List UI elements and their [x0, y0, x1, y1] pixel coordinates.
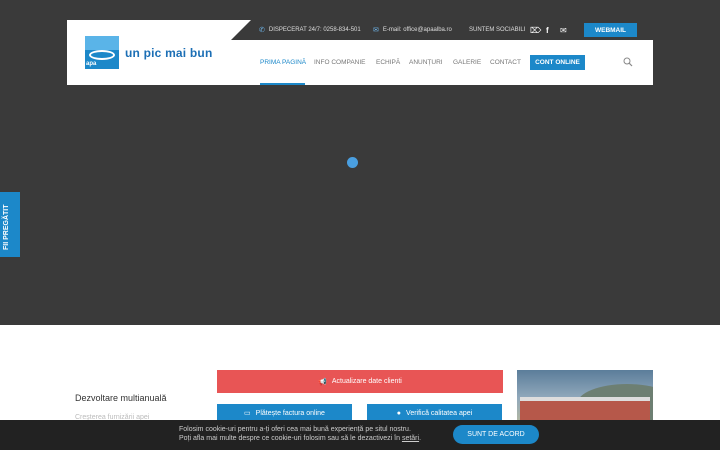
email-contact[interactable]: ✉ E-mail: office@apaalba.ro [373, 20, 452, 40]
nav-item-contact[interactable]: CONTACT [490, 40, 521, 85]
email-text: E-mail: office@apaalba.ro [382, 27, 452, 33]
section-title: Dezvoltare multianuală [75, 393, 167, 403]
fii-pregatit-tab[interactable]: FII PREGĂTIT [0, 192, 20, 257]
slogan: un pic mai bun [125, 46, 213, 60]
nav-item-anunturi[interactable]: ANUNȚURI [409, 40, 443, 85]
cookie-settings-link[interactable]: setări [402, 435, 419, 442]
water-drop-icon: ● [396, 409, 402, 417]
site-header: apa un pic mai bun ✆ DISPECERAT 24/7: 02… [67, 20, 653, 85]
logo-text: apa [86, 61, 97, 67]
active-nav-indicator [260, 83, 305, 85]
cont-online-button[interactable]: CONT ONLINE [530, 55, 585, 70]
cookie-message: Folosim cookie-uri pentru a-ți oferi cea… [179, 426, 422, 442]
social-label: SUNTEM SOCIABILI [469, 27, 526, 33]
loading-spinner [347, 157, 358, 168]
rss-icon[interactable]: ⌦ [530, 20, 541, 40]
update-client-data-button[interactable]: 📢 Actualizare date clienti [217, 370, 503, 393]
facebook-icon[interactable]: f [546, 20, 549, 40]
megaphone-icon: 📢 [318, 378, 327, 386]
nav-item-echipa[interactable]: ECHIPĂ [376, 40, 400, 85]
search-icon[interactable] [623, 57, 633, 67]
nav-item-info-companie[interactable]: INFO COMPANIE [314, 40, 366, 85]
phone-icon: ✆ [259, 27, 265, 34]
dispatch-phone[interactable]: ✆ DISPECERAT 24/7: 0258-834-501 [259, 20, 361, 40]
dispatch-text: DISPECERAT 24/7: 0258-834-501 [268, 27, 361, 33]
facility-photo [517, 370, 653, 420]
nav-item-prima-pagina[interactable]: PRIMA PAGINĂ [260, 40, 306, 85]
company-logo[interactable]: apa [85, 36, 119, 69]
side-tab-label: FII PREGĂTIT [3, 204, 10, 251]
mail-icon[interactable]: ✉ [560, 20, 567, 40]
credit-card-icon: ▭ [244, 410, 251, 417]
envelope-icon: ✉ [373, 27, 379, 34]
webmail-button[interactable]: WEBMAIL [584, 23, 637, 37]
accept-cookies-button[interactable]: SUNT DE ACORD [453, 425, 539, 444]
nav-item-galerie[interactable]: GALERIE [453, 40, 481, 85]
